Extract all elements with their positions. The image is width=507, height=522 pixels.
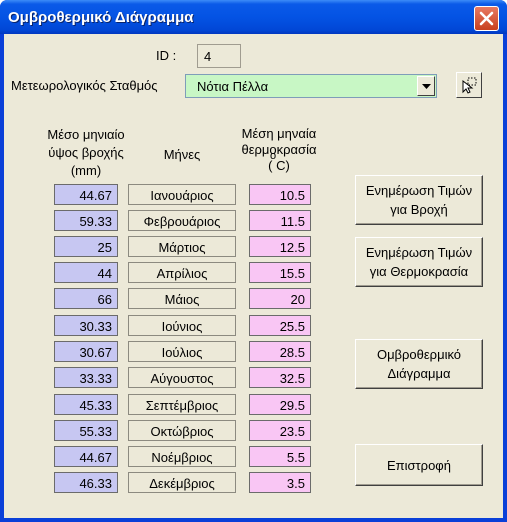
rain-field[interactable]: 44: [54, 262, 118, 283]
dialog-client-area: ID : 4 Μετεωρολογικός Σταθμός Νότια Πέλλ…: [4, 34, 503, 518]
id-label: ID :: [156, 48, 177, 63]
temp-field[interactable]: 10.5: [249, 184, 311, 205]
month-label: Αύγουστος: [128, 367, 236, 388]
temp-column-header: Μέση μηναία θερμοκρασία ( C) o: [229, 126, 329, 174]
temp-field[interactable]: 12.5: [249, 236, 311, 257]
temp-header-line: Μέση μηναία: [241, 126, 317, 141]
select-on-map-button[interactable]: [456, 72, 482, 98]
temp-field[interactable]: 15.5: [249, 262, 311, 283]
rain-field[interactable]: 25: [54, 236, 118, 257]
update-rain-button[interactable]: Ενημέρωση Τιμών για Βροχή: [355, 175, 483, 225]
temp-header-unit: ( C) o: [229, 150, 329, 174]
month-label: Ιούνιος: [128, 315, 236, 336]
button-label: Ομβροθερμικό: [376, 347, 462, 362]
close-button[interactable]: [474, 6, 499, 31]
button-label: Ενημέρωση Τιμών: [365, 245, 473, 260]
month-label: Σεπτέμβριος: [128, 394, 236, 415]
rain-field[interactable]: 59.33: [54, 210, 118, 231]
button-label: Επιστροφή: [387, 458, 451, 473]
chevron-down-icon: [422, 84, 431, 89]
rain-column-header: Μέσο μηνιαίο ύψος βροχής (mm): [36, 126, 136, 180]
rain-field[interactable]: 30.33: [54, 315, 118, 336]
month-label: Φεβρουάριος: [128, 210, 236, 231]
temp-field[interactable]: 20: [249, 288, 311, 309]
rain-field[interactable]: 33.33: [54, 367, 118, 388]
station-label: Μετεωρολογικός Σταθμός: [11, 78, 158, 93]
month-label: Ιανουάριος: [128, 184, 236, 205]
rain-field[interactable]: 66: [54, 288, 118, 309]
button-label: για Βροχή: [390, 202, 448, 217]
month-label: Ιούλιος: [128, 341, 236, 362]
button-label: Διάγραμμα: [387, 366, 451, 381]
temp-field[interactable]: 23.5: [249, 420, 311, 441]
degree-icon: o: [270, 150, 277, 162]
rain-field[interactable]: 44.67: [54, 446, 118, 467]
temp-field[interactable]: 25.5: [249, 315, 311, 336]
temp-field[interactable]: 29.5: [249, 394, 311, 415]
back-button[interactable]: Επιστροφή: [355, 444, 483, 486]
dropdown-button[interactable]: [417, 76, 435, 96]
temp-field[interactable]: 5.5: [249, 446, 311, 467]
month-label: Απρίλιος: [128, 262, 236, 283]
month-label: Μάιος: [128, 288, 236, 309]
rain-header-line: Μέσο μηνιαίο: [47, 127, 125, 142]
cursor-select-icon: [462, 77, 477, 94]
temp-field[interactable]: 32.5: [249, 367, 311, 388]
diagram-button[interactable]: Ομβροθερμικό Διάγραμμα: [355, 339, 483, 389]
rain-header-line: ύψος βροχής: [48, 145, 124, 160]
month-label: Οκτώβριος: [128, 420, 236, 441]
button-label: Ενημέρωση Τιμών: [365, 183, 473, 198]
months-column-header: Μήνες: [163, 147, 201, 162]
rain-field[interactable]: 44.67: [54, 184, 118, 205]
close-icon: [479, 11, 494, 26]
temp-header-line: θερμοκρασία: [241, 142, 317, 157]
month-label: Δεκέμβριος: [128, 472, 236, 493]
dialog-window: Ομβροθερμικό Διάγραμμα ID : 4 Μετεωρολογ…: [0, 0, 507, 522]
temp-field[interactable]: 28.5: [249, 341, 311, 362]
month-label: Μάρτιος: [128, 236, 236, 257]
id-field: 4: [197, 44, 241, 68]
rain-field[interactable]: 30.67: [54, 341, 118, 362]
station-value: Νότια Πέλλα: [197, 79, 269, 94]
update-temp-button[interactable]: Ενημέρωση Τιμών για Θερμοκρασία: [355, 237, 483, 287]
window-title: Ομβροθερμικό Διάγραμμα: [8, 9, 194, 26]
temp-field[interactable]: 11.5: [249, 210, 311, 231]
title-bar[interactable]: Ομβροθερμικό Διάγραμμα: [0, 0, 507, 34]
rain-field[interactable]: 45.33: [54, 394, 118, 415]
button-label: για Θερμοκρασία: [369, 264, 469, 279]
month-label: Νοέμβριος: [128, 446, 236, 467]
rain-header-line: (mm): [70, 163, 102, 178]
rain-field[interactable]: 46.33: [54, 472, 118, 493]
station-dropdown[interactable]: Νότια Πέλλα: [185, 74, 437, 98]
rain-field[interactable]: 55.33: [54, 420, 118, 441]
temp-field[interactable]: 3.5: [249, 472, 311, 493]
